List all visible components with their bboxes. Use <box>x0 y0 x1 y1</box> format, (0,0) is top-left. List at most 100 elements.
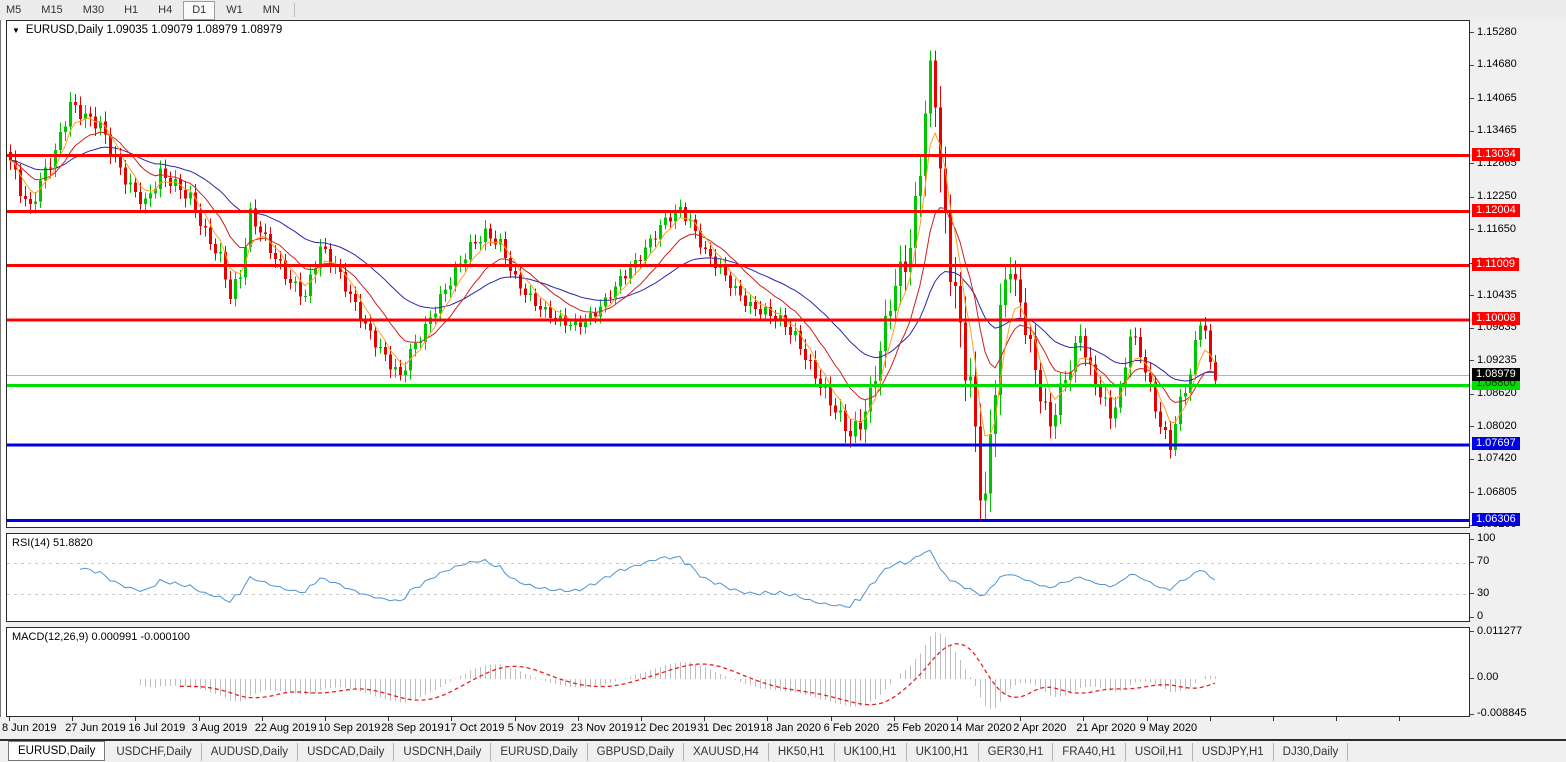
rsi-tick-label: 0 <box>1477 610 1483 623</box>
date-tick <box>957 717 958 721</box>
y-tick-dash <box>1470 131 1474 132</box>
date-tick <box>894 717 895 721</box>
candles <box>9 51 1217 520</box>
y-tick-label: 1.07420 <box>1477 452 1517 465</box>
date-tick <box>72 717 73 721</box>
y-tick-label: 1.15280 <box>1477 26 1517 39</box>
macd-signal-line <box>180 644 1215 705</box>
rsi-tick-dash <box>1470 562 1474 563</box>
timeframe-button-m15[interactable]: M15 <box>32 1 71 20</box>
chart-tab-6[interactable]: GBPUSD,Daily <box>588 743 684 761</box>
macd-tick-dash <box>1470 714 1474 715</box>
rsi-tick-label: 70 <box>1477 555 1489 568</box>
date-label: 17 Oct 2019 <box>444 722 504 734</box>
date-label: 9 May 2020 <box>1140 722 1197 734</box>
chart-tab-4[interactable]: USDCNH,Daily <box>394 743 491 761</box>
toolbar-separator <box>294 3 295 17</box>
price-tag: 1.07697 <box>1472 437 1520 450</box>
price-tag: 1.12004 <box>1472 204 1520 217</box>
date-label: 5 Nov 2019 <box>508 722 564 734</box>
price-axis[interactable]: 1.152801.146801.140651.134651.128651.122… <box>1470 20 1566 528</box>
chart-tab-0[interactable]: EURUSD,Daily <box>8 741 105 761</box>
y-tick-dash <box>1470 32 1474 33</box>
y-tick-dash <box>1470 426 1474 427</box>
price-tag: 1.13034 <box>1472 148 1520 161</box>
date-tick <box>262 717 263 721</box>
timeframe-button-m5[interactable]: M5 <box>0 1 30 20</box>
chart-tab-13[interactable]: USOil,H1 <box>1126 743 1193 761</box>
timeframe-button-h1[interactable]: H1 <box>115 1 147 20</box>
chart-tab-7[interactable]: XAUUSD,H4 <box>684 743 769 761</box>
macd-axis[interactable]: 0.0112770.00-0.008845 <box>1470 627 1566 717</box>
chart-tab-1[interactable]: USDCHF,Daily <box>107 743 201 761</box>
chart-tab-2[interactable]: AUDUSD,Daily <box>202 743 298 761</box>
chart-tab-3[interactable]: USDCAD,Daily <box>298 743 394 761</box>
y-tick-label: 1.10435 <box>1477 289 1517 302</box>
rsi-canvas[interactable] <box>7 534 1469 621</box>
timeframe-button-w1[interactable]: W1 <box>217 1 252 20</box>
date-label: 3 Aug 2019 <box>192 722 248 734</box>
rsi-line <box>80 550 1215 607</box>
date-axis[interactable]: 8 Jun 201927 Jun 201916 Jul 20193 Aug 20… <box>0 717 1566 741</box>
horizontal-lines <box>7 156 1469 521</box>
macd-tick-label: 0.00 <box>1477 671 1498 684</box>
chart-tab-12[interactable]: FRA40,H1 <box>1053 743 1126 761</box>
y-tick-label: 1.14065 <box>1477 92 1517 105</box>
macd-label: MACD(12,26,9) 0.000991 -0.000100 <box>12 631 190 643</box>
symbol-dropdown-icon[interactable]: ▼ <box>12 26 20 35</box>
date-label: 2 Apr 2020 <box>1013 722 1066 734</box>
date-tick <box>1273 717 1274 721</box>
date-label: 21 Apr 2020 <box>1076 722 1135 734</box>
date-tick <box>704 717 705 721</box>
date-label: 18 Jan 2020 <box>760 722 821 734</box>
y-tick-dash <box>1470 65 1474 66</box>
y-tick-dash <box>1470 229 1474 230</box>
rsi-tick-label: 30 <box>1477 587 1489 600</box>
y-tick-dash <box>1470 163 1474 164</box>
date-tick <box>1399 717 1400 721</box>
chart-tab-8[interactable]: HK50,H1 <box>769 743 835 761</box>
date-tick <box>325 717 326 721</box>
timeframe-button-h4[interactable]: H4 <box>149 1 181 20</box>
macd-histogram <box>141 632 1216 708</box>
macd-tick-dash <box>1470 678 1474 679</box>
date-tick <box>451 717 452 721</box>
date-label: 12 Dec 2019 <box>634 722 696 734</box>
price-tag: 1.11009 <box>1472 258 1519 271</box>
chart-tab-bar: EURUSD,DailyUSDCHF,DailyAUDUSD,DailyUSDC… <box>0 741 1566 762</box>
y-tick-dash <box>1470 98 1474 99</box>
timeframe-button-m30[interactable]: M30 <box>74 1 113 20</box>
y-tick-label: 1.11650 <box>1477 223 1516 236</box>
chart-title: ▼ EURUSD,Daily 1.09035 1.09079 1.08979 1… <box>12 24 282 36</box>
timeframe-button-mn[interactable]: MN <box>254 1 289 20</box>
date-label: 28 Sep 2019 <box>381 722 443 734</box>
rsi-panel: RSI(14) 51.8820 10070300 <box>6 533 1566 622</box>
macd-canvas[interactable] <box>7 628 1469 716</box>
timeframe-toolbar: M5M15M30H1H4D1W1MN <box>0 0 1566 21</box>
date-label: 31 Dec 2019 <box>697 722 759 734</box>
macd-panel: MACD(12,26,9) 0.000991 -0.000100 0.01127… <box>6 627 1566 717</box>
y-tick-label: 1.08020 <box>1477 420 1517 433</box>
main-chart-canvas[interactable] <box>7 21 1469 527</box>
chart-tab-9[interactable]: UK100,H1 <box>835 743 907 761</box>
ma-fast-line <box>10 118 1215 436</box>
date-tick <box>578 717 579 721</box>
macd-tick-label: 0.011277 <box>1477 625 1522 638</box>
main-price-panel: ▼ EURUSD,Daily 1.09035 1.09079 1.08979 1… <box>6 20 1566 528</box>
date-label: 8 Jun 2019 <box>2 722 56 734</box>
date-label: 22 Aug 2019 <box>255 722 317 734</box>
chart-tab-5[interactable]: EURUSD,Daily <box>491 743 587 761</box>
rsi-axis[interactable]: 10070300 <box>1470 533 1566 622</box>
chart-tab-11[interactable]: GER30,H1 <box>979 743 1054 761</box>
rsi-label: RSI(14) 51.8820 <box>12 537 93 549</box>
y-tick-label: 1.12250 <box>1477 190 1517 203</box>
macd-tick-dash <box>1470 631 1474 632</box>
date-tick <box>135 717 136 721</box>
y-tick-label: 1.14680 <box>1477 58 1517 71</box>
chart-tab-15[interactable]: DJ30,Daily <box>1274 743 1349 761</box>
date-label: 23 Nov 2019 <box>571 722 633 734</box>
chart-tab-10[interactable]: UK100,H1 <box>907 743 979 761</box>
chart-tab-14[interactable]: USDJPY,H1 <box>1193 743 1274 761</box>
y-tick-label: 1.06805 <box>1477 486 1517 499</box>
timeframe-button-d1[interactable]: D1 <box>183 1 215 20</box>
